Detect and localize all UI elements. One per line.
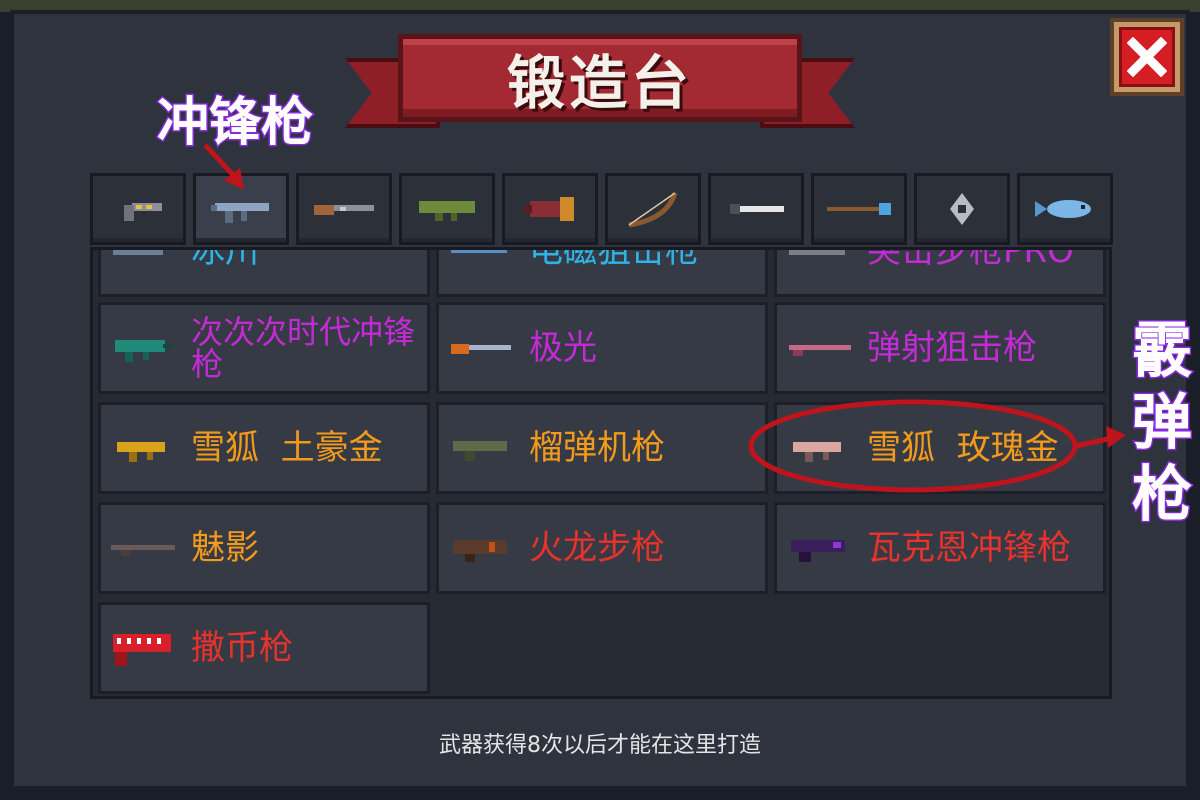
weapon-icon xyxy=(793,442,841,462)
weapon-name: 火龙步枪 xyxy=(529,528,665,568)
close-button[interactable] xyxy=(1110,18,1184,96)
weapon-card-phantom[interactable]: 魅影 xyxy=(98,502,430,594)
weapon-name: 电磁狙击枪 xyxy=(529,247,699,271)
weapon-name: 突击步枪PRO xyxy=(867,247,1074,271)
weapon-icon xyxy=(453,441,507,461)
weapon-card-snowfox-rose-gold[interactable]: 雪狐 玫瑰金 xyxy=(774,402,1106,494)
weapon-card-assault-rifle-pro[interactable]: 突击步枪PRO xyxy=(774,247,1106,297)
weapon-name: 榴弹机枪 xyxy=(529,428,665,468)
weapon-icon xyxy=(451,250,507,253)
pistol-icon xyxy=(124,203,162,221)
weapon-icon xyxy=(113,250,163,255)
bow-icon xyxy=(628,192,678,228)
weapon-card-aurora[interactable]: 极光 xyxy=(436,302,768,394)
tab-cannon[interactable] xyxy=(502,173,598,245)
page-title: 锻造台 xyxy=(506,49,693,117)
weapon-card-railgun-sniper[interactable]: 电磁狙击枪 xyxy=(436,247,768,297)
tab-fish[interactable] xyxy=(1017,173,1113,245)
sword-icon xyxy=(730,204,784,214)
tab-smg[interactable] xyxy=(193,173,289,245)
title-banner: 锻造台 xyxy=(398,34,802,122)
tab-shuriken[interactable] xyxy=(914,173,1010,245)
weapon-name: 雪狐 玫瑰金 xyxy=(867,428,1059,468)
tab-sword[interactable] xyxy=(708,173,804,245)
smg-icon xyxy=(211,203,269,223)
forge-hint-text: 武器获得8次以后才能在这里打造 xyxy=(439,733,761,758)
tab-bow[interactable] xyxy=(605,173,701,245)
weapon-name: 撒币枪 xyxy=(191,628,293,668)
weapon-icon xyxy=(117,442,165,462)
weapon-card-vaken-smg[interactable]: 瓦克恩冲锋枪 xyxy=(774,502,1106,594)
weapon-card-next-gen-smg[interactable]: 次次次时代冲锋枪 xyxy=(98,302,430,394)
close-icon xyxy=(1127,37,1167,77)
weapon-card-bingchuan[interactable]: 冰川 xyxy=(98,247,430,297)
tab-staff[interactable] xyxy=(811,173,907,245)
weapon-name: 弹射狙击枪 xyxy=(867,328,1037,368)
cannon-icon xyxy=(524,197,574,221)
weapon-icon xyxy=(111,545,175,556)
weapon-name: 极光 xyxy=(529,328,597,368)
weapon-icon xyxy=(113,634,171,666)
tab-pistol[interactable] xyxy=(90,173,186,245)
weapon-name: 冰川 xyxy=(191,247,259,271)
tab-rifle[interactable] xyxy=(296,173,392,245)
weapon-icon xyxy=(789,345,851,356)
weapon-icon xyxy=(453,540,507,562)
launcher-icon xyxy=(419,201,475,221)
weapon-list[interactable]: 冰川 电磁狙击枪 突击步枪PRO 次次次时代冲锋枪 极光 弹射狙击枪 雪狐 土豪… xyxy=(90,247,1112,699)
weapon-card-fire-dragon-rifle[interactable]: 火龙步枪 xyxy=(436,502,768,594)
fish-icon xyxy=(1035,200,1091,218)
weapon-card-money-gun[interactable]: 撒币枪 xyxy=(98,602,430,694)
weapon-icon xyxy=(789,250,845,255)
weapon-name: 魅影 xyxy=(191,528,259,568)
shuriken-icon xyxy=(950,193,974,225)
weapon-icon xyxy=(451,344,511,354)
annotation-smg-label: 冲锋枪 xyxy=(155,92,314,155)
weapon-name: 次次次时代冲锋枪 xyxy=(191,313,416,383)
weapon-icon xyxy=(791,540,845,562)
weapon-card-grenade-machine-gun[interactable]: 榴弹机枪 xyxy=(436,402,768,494)
staff-icon xyxy=(827,203,891,215)
weapon-icon xyxy=(115,340,173,362)
rifle-icon xyxy=(314,205,374,215)
weapon-name: 瓦克恩冲锋枪 xyxy=(867,528,1071,568)
weapon-category-tabs xyxy=(90,173,1113,245)
weapon-card-ricochet-sniper[interactable]: 弹射狙击枪 xyxy=(774,302,1106,394)
annotation-shotgun-label: 霰 弹 枪 xyxy=(1131,315,1194,532)
tab-launcher[interactable] xyxy=(399,173,495,245)
weapon-card-snowfox-gold[interactable]: 雪狐 土豪金 xyxy=(98,402,430,494)
weapon-name: 雪狐 土豪金 xyxy=(191,428,383,468)
